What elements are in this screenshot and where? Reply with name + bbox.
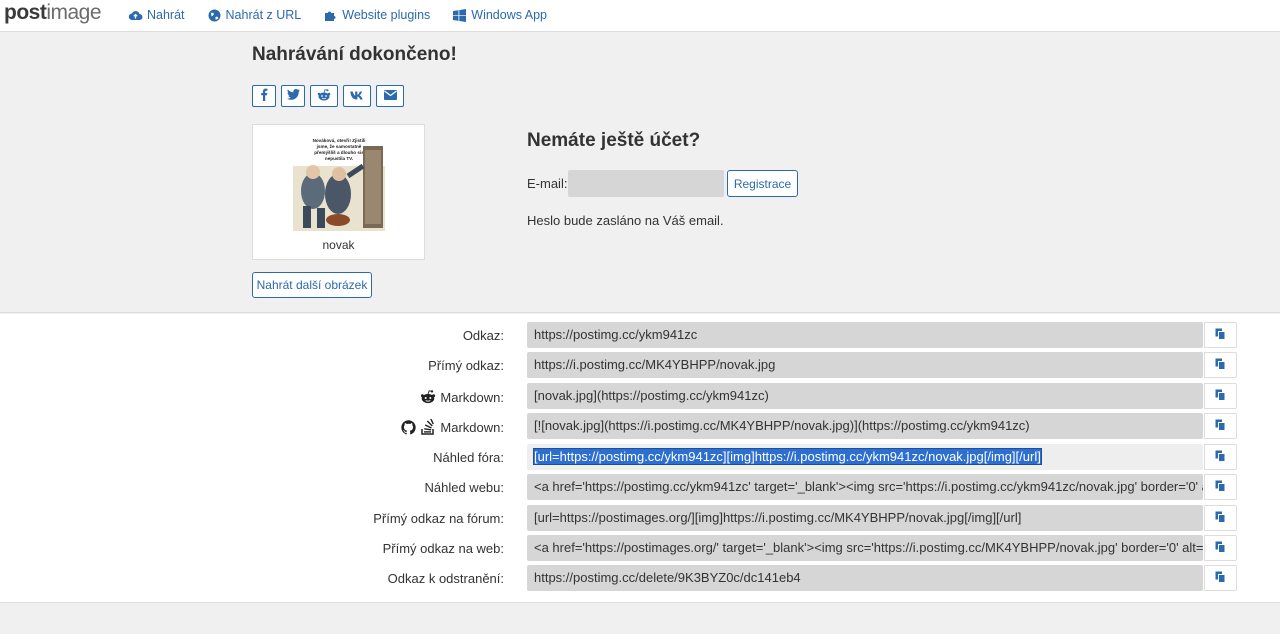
copy-icon (1215, 358, 1226, 373)
page-title: Nahrávání dokončeno! (252, 44, 457, 65)
copy-button[interactable] (1204, 474, 1237, 500)
link-row: Markdown: [novak.jpg](https://postimg.cc… (0, 383, 1280, 409)
copy-button[interactable] (1204, 413, 1237, 439)
copy-icon (1215, 450, 1226, 465)
share-facebook-button[interactable] (252, 85, 276, 107)
copy-icon (1215, 389, 1226, 404)
svg-text:Nováková, otevři! Zjistili: Nováková, otevři! Zjistili (313, 138, 366, 143)
svg-text:přemýšlíš a dlouho sis: přemýšlíš a dlouho sis (314, 150, 364, 155)
share-buttons (252, 85, 409, 107)
vk-icon (350, 89, 364, 103)
link-label: Odkaz: (462, 328, 504, 343)
link-row: Odkaz k odstranění: https://postimg.cc/d… (0, 565, 1280, 591)
svg-text:nepustila TV.: nepustila TV. (325, 156, 353, 161)
link-row: Přímý odkaz na fórum: [url=https://posti… (0, 505, 1280, 531)
uploaded-image-card: Nováková, otevři! Zjistili jsme, že samo… (252, 124, 425, 260)
account-title: Nemáte ještě účet? (527, 130, 701, 151)
link-row: Odkaz: https://postimg.cc/ykm941zc (0, 322, 1280, 348)
copy-icon (1215, 541, 1226, 556)
facebook-icon (260, 88, 268, 104)
postimage-logo[interactable]: postimage (4, 1, 102, 25)
link-label: Přímý odkaz na fórum: (373, 511, 504, 526)
link-label: Náhled webu: (424, 480, 505, 495)
twitter-icon (286, 89, 300, 103)
link-row: Náhled webu: <a href='https://postimg.cc… (0, 474, 1280, 500)
copy-button[interactable] (1204, 565, 1237, 591)
link-field[interactable]: <a href='https://postimages.org/' target… (527, 535, 1203, 561)
link-label: Přímý odkaz na web: (382, 541, 504, 556)
top-navigation-bar: postimage Nahrát Nahrát z URL Website pl… (0, 0, 1280, 32)
nav-windows-app[interactable]: Windows App (452, 6, 547, 24)
email-input[interactable] (568, 170, 724, 197)
copy-button[interactable] (1204, 535, 1237, 561)
link-label-markdown-reddit: Markdown: (420, 389, 504, 405)
link-row: Markdown: [![novak.jpg](https://i.postim… (0, 413, 1280, 439)
link-row: Přímý odkaz: https://i.postimg.cc/MK4YBH… (0, 352, 1280, 378)
copy-button[interactable] (1204, 444, 1237, 470)
uploaded-image-name: novak (322, 238, 355, 252)
link-field-selected[interactable]: [url=https://postimg.cc/ykm941zc][img]ht… (527, 444, 1203, 470)
uploaded-image-thumbnail[interactable]: Nováková, otevři! Zjistili jsme, že samo… (293, 136, 385, 231)
nav-upload-url[interactable]: Nahrát z URL (207, 6, 301, 24)
copy-icon (1215, 328, 1226, 343)
link-label-markdown-github: Markdown: (400, 419, 504, 435)
puzzle-icon (323, 8, 338, 22)
copy-icon (1215, 480, 1226, 495)
windows-icon (452, 8, 467, 22)
link-label: Přímý odkaz: (428, 358, 504, 373)
email-label: E-mail: (527, 176, 568, 191)
upload-result-section: Nahrávání dokončeno! Nováková, otevři! Z… (0, 33, 1280, 313)
copy-button[interactable] (1204, 322, 1237, 348)
link-field[interactable]: [url=https://postimages.org/][img]https:… (527, 505, 1203, 531)
password-note: Heslo bude zasláno na Váš email. (527, 213, 724, 228)
share-vk-button[interactable] (343, 85, 371, 107)
link-field[interactable]: https://i.postimg.cc/MK4YBHPP/novak.jpg (527, 352, 1203, 378)
share-links-section: Odkaz: https://postimg.cc/ykm941zc Přímý… (0, 314, 1280, 603)
share-reddit-button[interactable] (310, 85, 338, 107)
share-twitter-button[interactable] (281, 85, 305, 107)
link-label: Odkaz k odstranění: (387, 571, 504, 586)
copy-button[interactable] (1204, 352, 1237, 378)
footer-area (0, 604, 1280, 634)
cloud-upload-icon (128, 8, 143, 22)
link-field[interactable]: https://postimg.cc/delete/9K3BYZ0c/dc141… (527, 565, 1203, 591)
link-label: Náhled fóra: (433, 450, 504, 465)
copy-icon (1215, 571, 1226, 586)
svg-text:jsme, že samostatně: jsme, že samostatně (316, 144, 362, 149)
nav-website-plugins[interactable]: Website plugins (323, 6, 430, 24)
stackoverflow-icon (420, 419, 436, 435)
share-email-button[interactable] (376, 85, 404, 107)
reddit-icon (420, 389, 436, 405)
github-icon (400, 419, 416, 435)
link-field[interactable]: https://postimg.cc/ykm941zc (527, 322, 1203, 348)
copy-icon (1215, 511, 1226, 526)
nav-upload[interactable]: Nahrát (128, 6, 185, 24)
link-field[interactable]: [![novak.jpg](https://i.postimg.cc/MK4YB… (527, 413, 1203, 439)
copy-button[interactable] (1204, 505, 1237, 531)
copy-button[interactable] (1204, 383, 1237, 409)
link-field[interactable]: <a href='https://postimg.cc/ykm941zc' ta… (527, 474, 1203, 500)
link-row: Přímý odkaz na web: <a href='https://pos… (0, 535, 1280, 561)
reddit-icon (317, 88, 331, 104)
email-icon (383, 89, 397, 103)
link-row: Náhled fóra: [url=https://postimg.cc/ykm… (0, 444, 1280, 470)
main-nav: Nahrát Nahrát z URL Website plugins Wind… (128, 6, 569, 24)
selected-text: [url=https://postimg.cc/ykm941zc][img]ht… (533, 448, 1042, 465)
link-field[interactable]: [novak.jpg](https://postimg.cc/ykm941zc) (527, 383, 1203, 409)
upload-another-button[interactable]: Nahrát další obrázek (252, 272, 372, 298)
copy-icon (1215, 419, 1226, 434)
globe-icon (207, 8, 222, 22)
register-button[interactable]: Registrace (727, 170, 798, 197)
